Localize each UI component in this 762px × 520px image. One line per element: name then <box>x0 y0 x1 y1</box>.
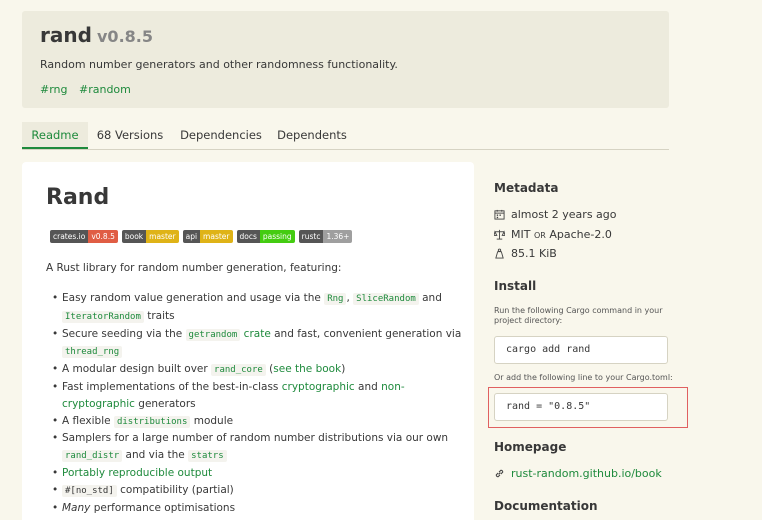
feature-list: Easy random value generation and usage v… <box>52 290 462 517</box>
crate-link[interactable]: crate <box>244 328 271 340</box>
meta-updated: almost 2 years ago <box>494 208 617 221</box>
toml-note: Or add the following line to your Cargo.… <box>494 373 673 382</box>
tab-dependents[interactable]: Dependents <box>273 122 351 149</box>
readme-title: Rand <box>46 185 110 210</box>
badge-rustc[interactable]: rustc 1.36+ <box>298 230 353 243</box>
crate-description: Random number generators and other rando… <box>40 58 398 71</box>
list-item: A modular design built over rand_core (s… <box>52 361 462 379</box>
cryptographic-link[interactable]: cryptographic <box>282 381 355 393</box>
badge-api[interactable]: api master <box>182 230 233 243</box>
see-the-book-link[interactable]: see the book <box>273 363 341 375</box>
code-getrandom[interactable]: getrandom <box>185 328 241 341</box>
keyword-rng[interactable]: #rng <box>40 83 68 96</box>
meta-size: 85.1 KiB <box>494 247 557 260</box>
code-thread-rng[interactable]: thread_rng <box>62 346 123 359</box>
code-no-std: #[no_std] <box>62 484 117 497</box>
crate-version: v0.8.5 <box>97 27 153 46</box>
list-item: Easy random value generation and usage v… <box>52 290 462 326</box>
code-distributions[interactable]: distributions <box>113 415 191 428</box>
code-rand-core[interactable]: rand_core <box>211 364 266 377</box>
install-note: Run the following Cargo command in your … <box>494 306 663 325</box>
metadata-heading: Metadata <box>494 181 559 195</box>
reproducible-output-link[interactable]: Portably reproducible output <box>62 467 212 479</box>
keyword-random[interactable]: #random <box>79 83 131 96</box>
readme-intro: A Rust library for random number generat… <box>46 262 342 274</box>
link-icon <box>495 469 504 478</box>
badge-crates-io[interactable]: crates.io v0.8.5 <box>50 230 118 243</box>
homepage-heading: Homepage <box>494 440 567 454</box>
license-apache[interactable]: Apache-2.0 <box>549 228 612 241</box>
badge-docs[interactable]: docs passing <box>236 230 295 243</box>
scale-icon <box>494 229 505 240</box>
badge-row: crates.io v0.8.5 book master api master doc… <box>50 230 353 243</box>
crate-name: rand <box>40 23 92 47</box>
code-rng[interactable]: Rng <box>324 293 347 305</box>
list-item: A flexible distributions module <box>52 413 462 431</box>
readme-panel: Rand crates.io v0.8.5 book master api maste… <box>22 162 474 520</box>
homepage-link[interactable]: rust-random.github.io/book <box>494 467 662 480</box>
list-item: Samplers for a large number of random nu… <box>52 430 462 465</box>
weight-icon <box>495 248 504 259</box>
documentation-heading: Documentation <box>494 499 598 513</box>
tab-versions[interactable]: 68 Versions <box>92 122 168 149</box>
license-mit[interactable]: MIT <box>511 228 530 241</box>
code-statrs[interactable]: statrs <box>188 450 227 463</box>
list-item: Many performance optimisations <box>52 500 462 517</box>
code-rand-distr[interactable]: rand_distr <box>62 450 123 463</box>
list-item: Secure seeding via the getrandom crate a… <box>52 326 462 362</box>
crate-header: rand v0.8.5 Random number generators and… <box>22 11 669 108</box>
meta-license: MIT OR Apache-2.0 <box>494 228 612 241</box>
calendar-icon <box>494 209 505 220</box>
install-command[interactable]: cargo add rand <box>494 336 668 364</box>
code-slicerandom[interactable]: SliceRandom <box>353 293 419 305</box>
list-item: #[no_std] compatibility (partial) <box>52 482 462 500</box>
install-heading: Install <box>494 279 537 293</box>
badge-book[interactable]: book master <box>121 230 179 243</box>
list-item: Portably reproducible output <box>52 465 462 482</box>
tab-readme[interactable]: Readme <box>22 122 88 149</box>
tab-dependencies[interactable]: Dependencies <box>177 122 265 149</box>
tab-bar: Readme 68 Versions Dependencies Dependen… <box>22 122 669 150</box>
list-item: Fast implementations of the best-in-clas… <box>52 379 462 413</box>
toml-line[interactable]: rand = "0.8.5" <box>494 393 668 421</box>
code-iteratorrandom[interactable]: IteratorRandom <box>62 310 144 323</box>
